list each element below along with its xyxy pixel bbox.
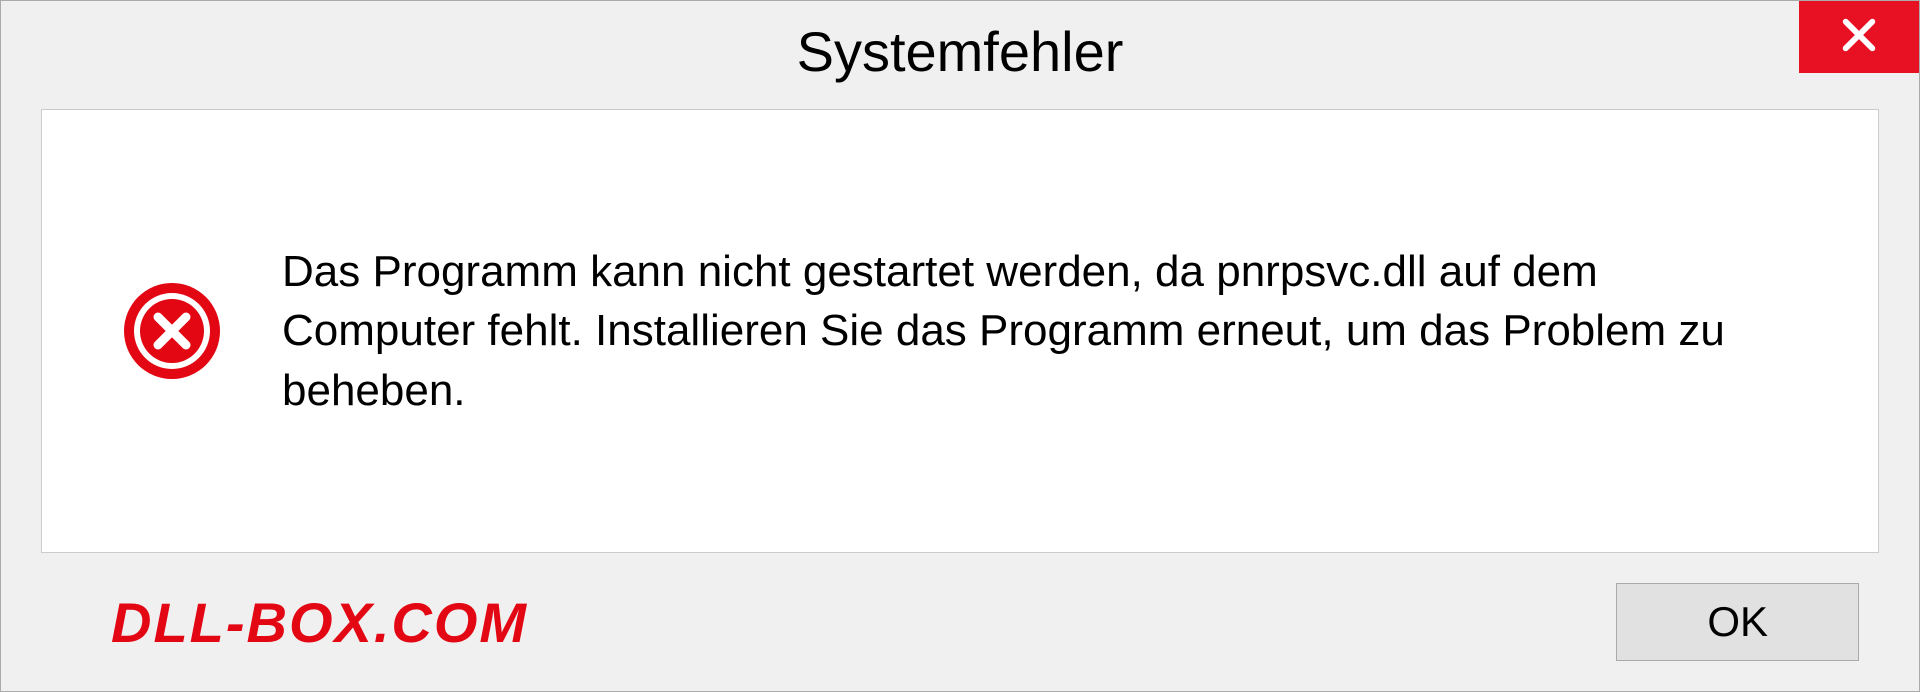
- dialog-title: Systemfehler: [797, 19, 1124, 84]
- dialog-footer: DLL-BOX.COM OK: [1, 553, 1919, 691]
- error-dialog: Systemfehler Das Programm kann nicht ges…: [0, 0, 1920, 692]
- error-icon: [122, 281, 222, 381]
- dialog-body: Das Programm kann nicht gestartet werden…: [41, 109, 1879, 553]
- watermark-text: DLL-BOX.COM: [111, 590, 528, 655]
- close-icon: [1839, 15, 1879, 60]
- ok-button[interactable]: OK: [1616, 583, 1859, 661]
- error-message: Das Programm kann nicht gestartet werden…: [282, 242, 1798, 420]
- close-button[interactable]: [1799, 1, 1919, 73]
- titlebar: Systemfehler: [1, 1, 1919, 101]
